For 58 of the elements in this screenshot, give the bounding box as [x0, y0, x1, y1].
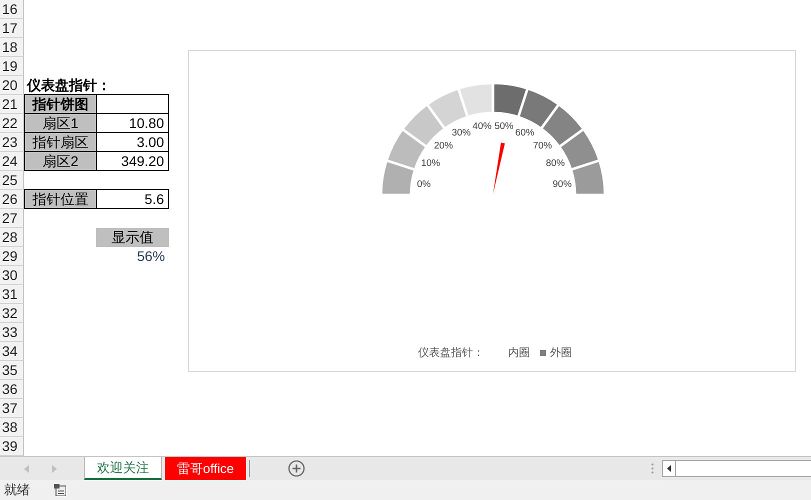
- table-title: 仪表盘指针：: [26, 76, 111, 95]
- horizontal-scrollbar[interactable]: [662, 460, 811, 477]
- legend-label: 外圈: [550, 346, 572, 360]
- status-text: 就绪: [4, 481, 30, 499]
- row-number: 19: [0, 57, 24, 76]
- row-number: 25: [0, 171, 24, 190]
- display-label: 显示值: [96, 228, 169, 247]
- row-number: 27: [0, 209, 24, 228]
- table-cell: 5.6: [96, 189, 169, 209]
- gauge-label: 50%: [494, 120, 514, 132]
- gauge-label: 40%: [472, 120, 492, 132]
- row-number: 29: [0, 247, 24, 266]
- row-number: 18: [0, 38, 24, 57]
- row-label: 指针扇区: [24, 132, 96, 152]
- row-number: 23: [0, 133, 24, 152]
- row-number: 21: [0, 95, 24, 114]
- row-number: 33: [0, 323, 24, 342]
- gauge-label: 20%: [434, 140, 453, 152]
- sheet-tab[interactable]: 雷哥office: [165, 457, 246, 480]
- row-number: 24: [0, 152, 24, 171]
- row-number: 36: [0, 380, 24, 399]
- row-number: 17: [0, 19, 24, 38]
- scroll-left-icon[interactable]: [667, 465, 671, 472]
- gauge-label: 90%: [552, 179, 572, 190]
- row-number: 20: [0, 76, 24, 95]
- row-number: 34: [0, 342, 24, 361]
- row-number: 37: [0, 399, 24, 418]
- table-cell: 10.80: [96, 113, 169, 133]
- row-number: 22: [0, 114, 24, 133]
- gauge-label: 30%: [452, 128, 471, 139]
- row-number: 39: [0, 437, 24, 456]
- row-number: 16: [0, 0, 24, 19]
- macro-record-icon[interactable]: [54, 484, 66, 496]
- add-sheet-icon[interactable]: [288, 460, 305, 477]
- table-cell: 3.00: [96, 132, 169, 152]
- legend-title: 仪表盘指针：: [418, 346, 484, 360]
- gauge-label: 60%: [515, 128, 534, 139]
- row-number: 30: [0, 266, 24, 285]
- legend-label: 内圈: [508, 346, 530, 360]
- row-number: 31: [0, 285, 24, 304]
- row-number: 38: [0, 418, 24, 437]
- scroll-right-icon[interactable]: [52, 464, 56, 472]
- gauge-label: 70%: [533, 140, 552, 152]
- row-number: 28: [0, 228, 24, 247]
- row-label: 扇区1: [24, 113, 96, 133]
- gauge-label: 0%: [417, 179, 431, 190]
- table-header: 指针饼图: [24, 94, 96, 114]
- sheet-tab[interactable]: 欢迎关注: [84, 457, 162, 480]
- gauge-label: 80%: [546, 158, 565, 170]
- row-number: 26: [0, 190, 24, 209]
- gauge-label: 10%: [421, 158, 440, 170]
- display-value: 56%: [136, 247, 166, 266]
- row-number: 35: [0, 361, 24, 380]
- row-label: 指针位置: [24, 189, 96, 209]
- splitter-icon[interactable]: [651, 463, 654, 474]
- row-label: 扇区2: [24, 151, 96, 171]
- row-number: 32: [0, 304, 24, 323]
- table-cell: 349.20: [96, 151, 169, 171]
